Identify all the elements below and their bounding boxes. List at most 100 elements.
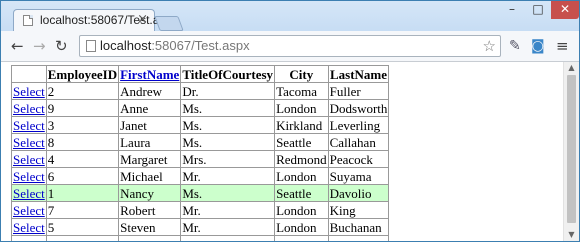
- select-link[interactable]: Select: [13, 169, 45, 184]
- column-header: FirstName: [118, 65, 182, 83]
- title-bar: localhost:58067/Test.aspx × – □ ✕: [1, 1, 579, 32]
- table-cell: 1: [45, 184, 120, 202]
- empty-cell: [11, 235, 47, 241]
- reload-icon[interactable]: ↻: [55, 38, 68, 54]
- address-bar[interactable]: localhost:58067/Test.aspx ☆: [79, 35, 501, 57]
- column-header: EmployeeID: [45, 65, 120, 83]
- table-cell: 6: [45, 167, 120, 185]
- select-cell: Select: [11, 116, 47, 134]
- maximize-button[interactable]: □: [525, 1, 551, 19]
- select-cell: Select: [11, 150, 47, 168]
- table-cell: 5: [45, 218, 120, 236]
- page-icon: [86, 40, 96, 52]
- table-cell: Andrew: [118, 82, 182, 100]
- select-cell: Select: [11, 167, 47, 185]
- table-cell: Leverling: [327, 116, 390, 134]
- camera-extension-icon[interactable]: ◙: [531, 38, 545, 54]
- eyedropper-extension-icon[interactable]: ✎: [509, 38, 521, 54]
- bookmark-star-icon[interactable]: ☆: [483, 37, 496, 55]
- select-link[interactable]: Select: [13, 220, 45, 235]
- select-link[interactable]: Select: [13, 84, 45, 99]
- column-header: TitleOfCourtesy: [180, 65, 276, 83]
- table-cell: Mr.: [180, 201, 276, 219]
- table-cell: Ms.: [180, 133, 276, 151]
- select-cell: Select: [11, 201, 47, 219]
- table-cell: 9: [45, 99, 120, 117]
- table-cell: Laura: [118, 133, 182, 151]
- select-link[interactable]: Select: [13, 118, 45, 133]
- select-cell: Select: [11, 218, 47, 236]
- browser-toolbar: ← → ↻ localhost:58067/Test.aspx ☆ ✎ ◙ ≡: [1, 31, 579, 62]
- table-cell: Ms.: [180, 116, 276, 134]
- url-text: localhost:58067/Test.aspx: [100, 38, 250, 53]
- vertical-scrollbar[interactable]: ▲ ▼: [563, 62, 579, 241]
- sort-link-firstname[interactable]: FirstName: [120, 67, 179, 82]
- select-link[interactable]: Select: [13, 101, 45, 116]
- table-cell: London: [274, 167, 329, 185]
- empty-cell: [327, 235, 390, 241]
- back-arrow-icon[interactable]: ←: [11, 38, 24, 54]
- forward-arrow-icon[interactable]: →: [33, 38, 46, 54]
- table-row: Select 9 Anne Ms. London Dodsworth: [11, 99, 390, 117]
- browser-window: localhost:58067/Test.aspx × – □ ✕ ← → ↻ …: [0, 0, 580, 242]
- url-host: localhost: [100, 38, 152, 53]
- table-row: Select 2 Andrew Dr. Tacoma Fuller: [11, 82, 390, 100]
- browser-tab[interactable]: localhost:58067/Test.aspx ×: [13, 9, 178, 32]
- table-cell: Mrs.: [180, 150, 276, 168]
- tab-close-icon[interactable]: ×: [137, 12, 148, 27]
- table-cell: Robert: [118, 201, 182, 219]
- empty-cell: [118, 235, 182, 241]
- empty-cell: [274, 235, 329, 241]
- table-cell: Peacock: [327, 150, 390, 168]
- select-link[interactable]: Select: [13, 203, 45, 218]
- table-cell: Callahan: [327, 133, 390, 151]
- new-tab-button[interactable]: [154, 16, 184, 31]
- table-cell: Michael: [118, 167, 182, 185]
- menu-icon[interactable]: ≡: [556, 38, 569, 54]
- empty-cell: [180, 235, 276, 241]
- table-cell: Seattle: [274, 184, 329, 202]
- table-cell: Anne: [118, 99, 182, 117]
- select-cell: Select: [11, 82, 47, 100]
- table-cell: 2: [45, 82, 120, 100]
- scrollbar-thumb[interactable]: [567, 75, 576, 223]
- scroll-up-arrow-icon[interactable]: ▲: [564, 62, 579, 74]
- select-link[interactable]: Select: [13, 135, 45, 150]
- table-cell: Steven: [118, 218, 182, 236]
- select-link[interactable]: Select: [13, 152, 45, 167]
- table-cell: Margaret: [118, 150, 182, 168]
- table-cell: 3: [45, 116, 120, 134]
- page-content: EmployeeID FirstName TitleOfCourtesy City La…: [1, 62, 563, 241]
- table-cell: 8: [45, 133, 120, 151]
- table-cell: Mr.: [180, 167, 276, 185]
- column-header: City: [274, 65, 329, 83]
- table-cell: Seattle: [274, 133, 329, 151]
- page-icon: [23, 15, 33, 26]
- table-row: Select 7 Robert Mr. London King: [11, 201, 390, 219]
- empty-cell: [45, 235, 120, 241]
- table-cell: London: [274, 218, 329, 236]
- table-row: Select 4 Margaret Mrs. Redmond Peacock: [11, 150, 390, 168]
- table-cell: Davolio: [327, 184, 390, 202]
- table-cell: London: [274, 201, 329, 219]
- table-cell: Dr.: [180, 82, 276, 100]
- table-cell: London: [274, 99, 329, 117]
- table-row: Select 1 Nancy Ms. Seattle Davolio: [11, 184, 390, 202]
- table-cell: 4: [45, 150, 120, 168]
- table-cell: Mr.: [180, 218, 276, 236]
- table-cell: Buchanan: [327, 218, 390, 236]
- select-link[interactable]: Select: [13, 186, 45, 201]
- table-cell: Tacoma: [274, 82, 329, 100]
- table-row: Select 6 Michael Mr. London Suyama: [11, 167, 390, 185]
- grid-header-row: EmployeeID FirstName TitleOfCourtesy City La…: [11, 65, 390, 83]
- table-cell: Ms.: [180, 184, 276, 202]
- close-window-button[interactable]: ✕: [551, 1, 579, 19]
- select-cell: Select: [11, 133, 47, 151]
- empty-row: [11, 235, 390, 241]
- url-path: :58067/Test.aspx: [151, 38, 250, 53]
- scroll-down-arrow-icon[interactable]: ▼: [564, 229, 579, 241]
- column-header: LastName: [327, 65, 390, 83]
- table-row: Select 3 Janet Ms. Kirkland Leverling: [11, 116, 390, 134]
- minimize-button[interactable]: –: [499, 1, 525, 19]
- table-cell: Suyama: [327, 167, 390, 185]
